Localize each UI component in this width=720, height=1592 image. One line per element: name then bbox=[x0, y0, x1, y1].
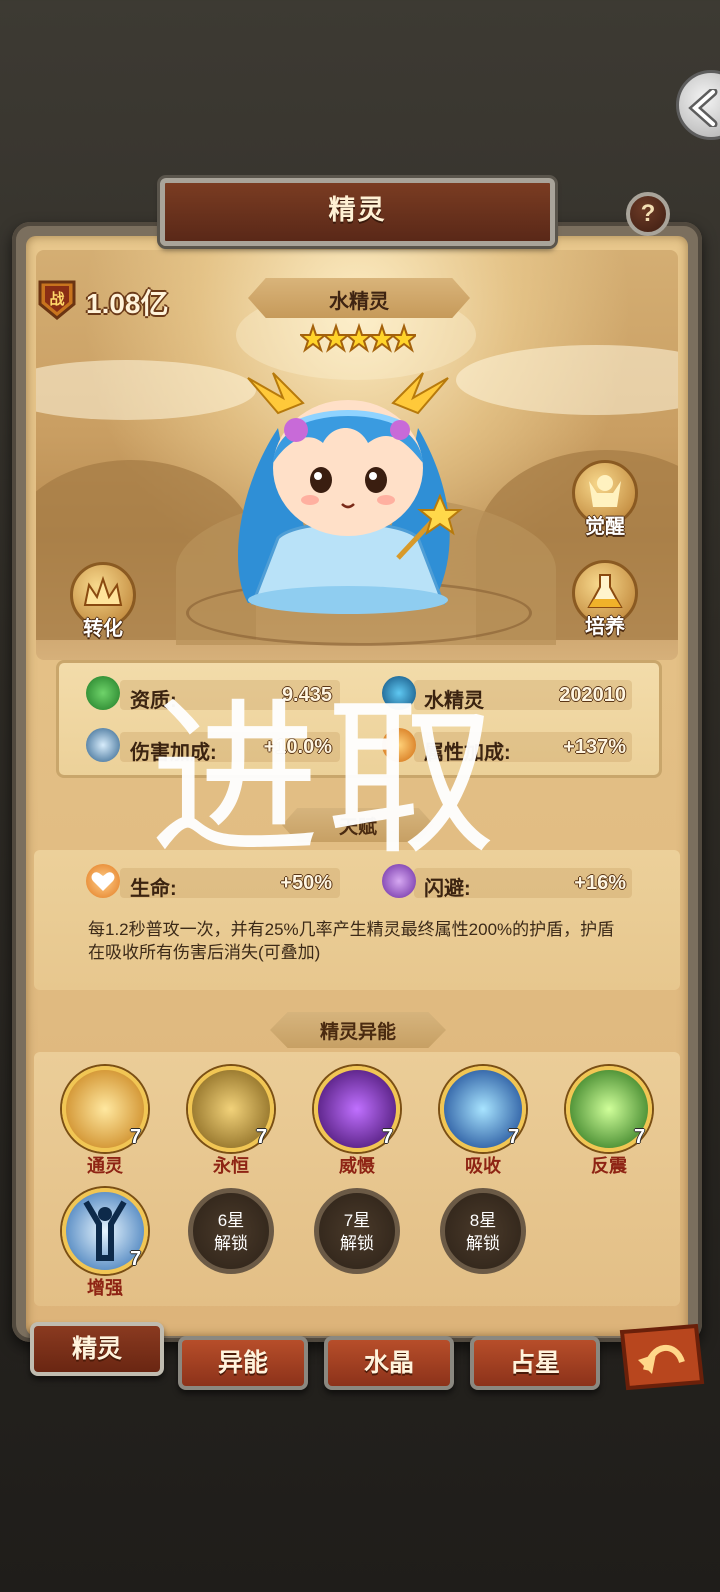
spirit-name: 水精灵 bbox=[329, 291, 389, 313]
star-rating bbox=[300, 322, 416, 353]
skill-level: 7 bbox=[130, 1126, 142, 1148]
unlock-stars: 6星 bbox=[217, 1211, 245, 1230]
tab-spirit[interactable]: 精灵 bbox=[30, 1322, 164, 1376]
watermark-text: 进取 bbox=[150, 681, 503, 879]
tab-crystal[interactable]: 水晶 bbox=[324, 1336, 454, 1390]
skill-level: 7 bbox=[130, 1248, 142, 1270]
locked-skill-slot[interactable]: 7星 解锁 bbox=[314, 1188, 400, 1274]
tab-astrology[interactable]: 占星 bbox=[470, 1336, 600, 1390]
skill-label: 永恒 bbox=[213, 1156, 249, 1176]
skill-level: 7 bbox=[256, 1126, 268, 1148]
locked-skill-slot[interactable]: 6星 解锁 bbox=[188, 1188, 274, 1274]
transform-label: 转化 bbox=[83, 618, 123, 640]
help-button[interactable]: ? bbox=[626, 192, 670, 236]
skill-level: 7 bbox=[634, 1126, 646, 1148]
power-badge-text: 战 bbox=[49, 290, 64, 308]
power-value: 1.08亿 bbox=[86, 288, 169, 319]
unlock-text: 解锁 bbox=[340, 1234, 374, 1253]
awaken-label: 觉醒 bbox=[585, 516, 625, 538]
unlock-stars: 8星 bbox=[469, 1211, 497, 1230]
skill-label: 通灵 bbox=[87, 1156, 123, 1176]
skill-label: 威慑 bbox=[339, 1156, 375, 1176]
star-icon bbox=[300, 322, 416, 353]
aptitude-icon bbox=[86, 676, 120, 710]
skills-title: 精灵异能 bbox=[319, 1022, 396, 1043]
skill-level: 7 bbox=[508, 1126, 520, 1148]
back-button[interactable] bbox=[676, 70, 720, 140]
scroll-icon[interactable] bbox=[616, 1322, 708, 1394]
back-arrow-icon bbox=[688, 89, 718, 127]
power-badge-icon: 战 bbox=[36, 278, 78, 320]
cultivate-label: 培养 bbox=[585, 616, 625, 638]
talent-description: 每1.2秒普攻一次，并有25%几率产生精灵最终属性200%的护盾，护盾在吸收所有… bbox=[88, 920, 615, 962]
skill-level: 7 bbox=[382, 1126, 394, 1148]
page-title: 精灵 bbox=[328, 195, 387, 225]
unlock-stars: 7星 bbox=[343, 1211, 371, 1230]
skill-label: 增强 bbox=[87, 1278, 123, 1298]
water-spirit-character bbox=[238, 372, 463, 614]
heart-icon bbox=[86, 864, 120, 898]
question-icon: ? bbox=[640, 200, 656, 227]
skill-label: 反震 bbox=[591, 1156, 627, 1176]
unlock-text: 解锁 bbox=[214, 1234, 248, 1253]
skill-label: 吸收 bbox=[465, 1156, 501, 1176]
unlock-text: 解锁 bbox=[466, 1234, 500, 1253]
damage-bonus-icon bbox=[86, 728, 120, 762]
tab-ability[interactable]: 异能 bbox=[178, 1336, 308, 1390]
locked-skill-slot[interactable]: 8星 解锁 bbox=[440, 1188, 526, 1274]
